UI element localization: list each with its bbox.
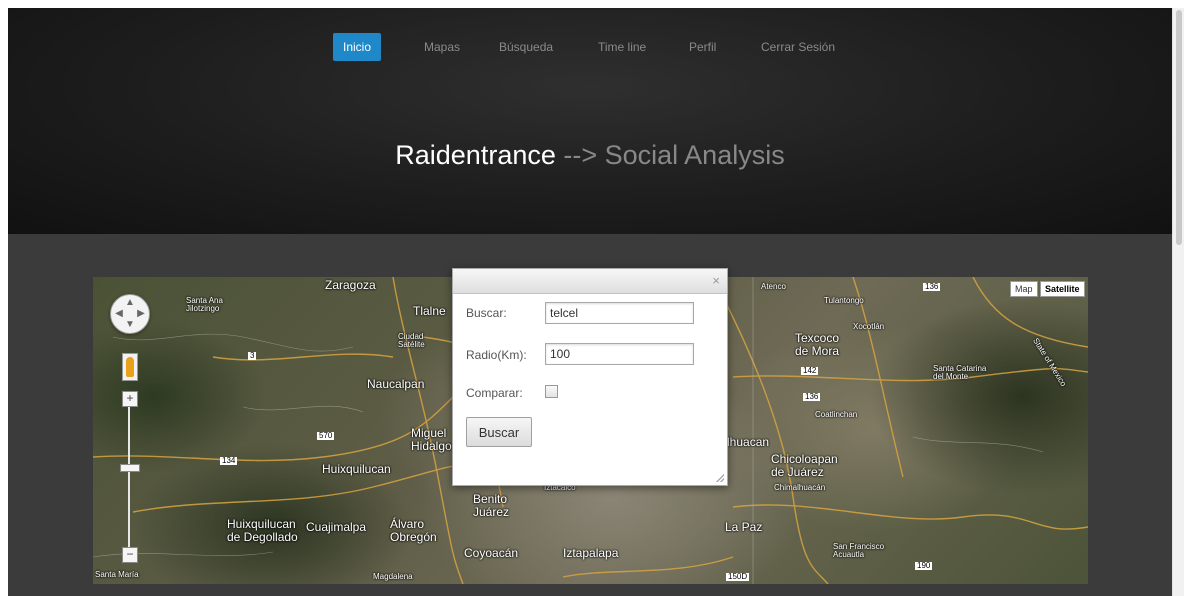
map-shield-136: 136 [803, 392, 821, 402]
resize-grip-icon[interactable] [716, 474, 724, 482]
map-shield-142: 142 [801, 366, 819, 376]
map-shield-150d: 150D [726, 572, 750, 582]
map-label-coyoacan: Coyoacán [464, 546, 519, 560]
map-label-miguel-hidalgo: Miguel Hidalgo [411, 426, 452, 453]
pan-down-icon[interactable]: ▼ [124, 320, 136, 330]
map-label-benito-juarez: Benito Juárez [473, 492, 510, 519]
map-label-santa-ana: Santa Ana Jilotzingo [186, 296, 223, 314]
page-scrollbar[interactable] [1172, 8, 1184, 596]
map-label-naucalpan: Naucalpan [367, 377, 425, 391]
map-shield-190: 190 [915, 561, 933, 571]
dialog-titlebar[interactable]: × [453, 269, 727, 294]
close-icon[interactable]: × [712, 273, 720, 288]
map-label-la-paz: La Paz [725, 520, 763, 534]
map-label-alvaro-obregon: Álvaro Obregón [390, 517, 437, 544]
pan-left-icon[interactable]: ◀ [113, 309, 125, 319]
map-shield-136-top: 136 [923, 282, 941, 292]
nav-item-timeline[interactable]: Time line [598, 33, 646, 61]
map-label-chimalhuacan: Chimalhuacán [774, 483, 826, 492]
nav-item-cerrar-sesion[interactable]: Cerrar Sesión [761, 33, 835, 61]
street-view-pegman-icon[interactable] [122, 353, 138, 381]
zoom-in-button[interactable]: + [122, 391, 138, 407]
map-label-san-francisco: San Francisco Acuautla [833, 542, 885, 560]
zoom-out-button[interactable]: − [122, 547, 138, 563]
map-label-ciudad-satelite: Ciudad Satélite [398, 332, 425, 350]
map-label-ilhuacan: lhuacan [727, 435, 770, 449]
map-type-satellite-button[interactable]: Satellite [1040, 281, 1085, 297]
map-label-xocotlan: Xocotlán [853, 322, 885, 331]
map-label-santa-maria: Santa María [95, 570, 139, 579]
map-type-map-button[interactable]: Map [1010, 281, 1038, 297]
map-label-atenco: Atenco [761, 282, 786, 291]
site-title-sub: --> Social Analysis [555, 140, 785, 170]
nav-item-inicio[interactable]: Inicio [333, 33, 382, 61]
map-shield-3: 3 [248, 351, 257, 361]
main-nav: Inicio Mapas Búsqueda Time line Perfil C… [8, 33, 1172, 61]
radio-input[interactable] [545, 343, 694, 365]
buscar-input[interactable] [545, 302, 694, 324]
zoom-slider-handle[interactable] [120, 464, 140, 472]
map-label-magdalena: Magdalena [373, 572, 413, 581]
map-label-chicoloapan: Chicoloapan de Juárez [771, 452, 838, 479]
map-label-tulantongo: Tulantongo [824, 296, 864, 305]
map-label-huixquilucan-degollado: Huixquilucan de Degollado [227, 517, 298, 544]
map-label-cuajimalpa: Cuajimalpa [306, 520, 367, 534]
comparar-checkbox[interactable] [545, 385, 558, 398]
page-title: Raidentrance --> Social Analysis [8, 140, 1172, 171]
zoom-slider-track[interactable] [128, 401, 130, 551]
map-label-iztapalapa: Iztapalapa [563, 546, 619, 560]
nav-item-busqueda[interactable]: Búsqueda [499, 33, 553, 61]
map-label-santa-catarina: Santa Catarina del Monte [933, 364, 987, 382]
pan-up-icon[interactable]: ▲ [124, 298, 136, 308]
map-shield-570: 570 [317, 431, 335, 441]
nav-item-perfil[interactable]: Perfil [689, 33, 716, 61]
map-label-texcoco: Texcoco de Mora [795, 331, 840, 358]
map-label-coatlinchan: Coatlinchan [815, 410, 858, 419]
search-dialog: × Buscar: Radio(Km): Comparar: Buscar [452, 268, 728, 486]
site-title-main: Raidentrance [395, 140, 556, 170]
buscar-button[interactable]: Buscar [466, 417, 532, 447]
map-shield-134: 134 [220, 456, 238, 466]
buscar-label: Buscar: [466, 306, 507, 320]
pan-control[interactable]: ▲ ◀ ▶ ▼ [110, 294, 150, 334]
map-label-huixquilucan: Huixquilucan [322, 462, 391, 476]
nav-item-mapas[interactable]: Mapas [424, 33, 460, 61]
site-header: Inicio Mapas Búsqueda Time line Perfil C… [8, 8, 1172, 234]
map-label-tlalne: Tlalne [413, 304, 446, 318]
scrollbar-thumb[interactable] [1176, 10, 1182, 245]
comparar-label: Comparar: [466, 386, 523, 400]
radio-label: Radio(Km): [466, 348, 527, 362]
pan-right-icon[interactable]: ▶ [135, 309, 147, 319]
map-label-zaragoza: Zaragoza [325, 278, 376, 292]
